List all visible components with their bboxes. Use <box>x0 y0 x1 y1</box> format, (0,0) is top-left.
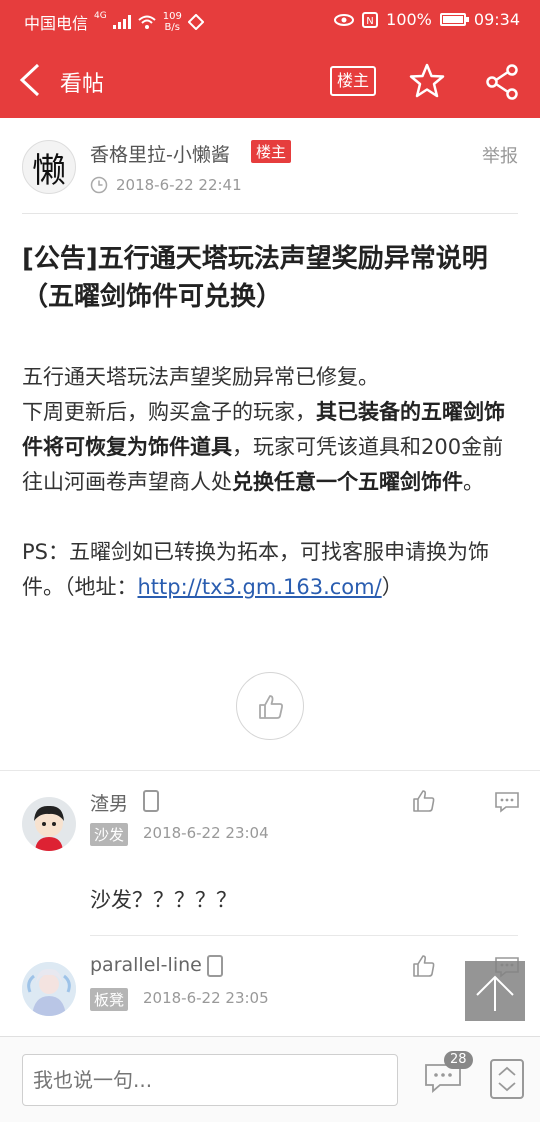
clock-time: 09:34 <box>473 10 520 29</box>
thumbs-up-icon[interactable] <box>412 954 436 978</box>
post-time: 2018-6-22 22:41 <box>116 176 242 194</box>
battery-percent: 100% <box>386 10 432 29</box>
clock-icon <box>90 176 108 194</box>
comment-icon[interactable] <box>494 791 520 813</box>
star-icon[interactable] <box>408 62 446 100</box>
floor-tag: 沙发 <box>90 823 129 846</box>
text-span: 。 <box>463 470 484 494</box>
scroll-to-top-button[interactable] <box>465 961 525 1021</box>
post-author: 懒 香格里拉-小懒酱 楼主 2018-6-22 22:41 举报 <box>0 118 540 214</box>
post-paragraph: 五行通天塔玩法声望奖励异常已修复。 <box>22 365 379 389</box>
battery-icon <box>439 13 469 26</box>
support-link[interactable]: http://tx3.gm.163.com/ <box>138 575 382 599</box>
back-arrow-icon[interactable] <box>14 62 50 98</box>
commenter-name[interactable]: parallel-line <box>90 954 202 976</box>
phone-icon <box>207 955 223 977</box>
comment-text: 沙发？？？？？ <box>90 888 237 912</box>
signal-icon <box>112 15 131 29</box>
comment-item: 渣男 沙发 2018-6-22 23:04 沙发？？？？？ <box>0 771 540 935</box>
net-speed: 109 B/s <box>162 11 182 33</box>
thumbs-up-icon <box>259 695 283 719</box>
divider <box>22 213 518 214</box>
comment-item: parallel-line 板凳 2018-6-22 23:05 <box>0 936 540 1036</box>
page-title: 看帖 <box>60 72 105 97</box>
report-button[interactable]: 举报 <box>482 142 518 168</box>
carrier-name: 中国电信 <box>24 14 89 33</box>
comment-time: 2018-6-22 23:04 <box>143 824 269 842</box>
comment-time: 2018-6-22 23:05 <box>143 989 269 1007</box>
scroll-updown-icon[interactable] <box>490 1059 524 1099</box>
post-title: [公告]五行通天塔玩法声望奖励异常说明（五曜剑饰件可兑换） <box>22 244 488 312</box>
avatar-text: 懒 <box>32 150 66 191</box>
diamond-icon <box>187 14 204 30</box>
post-paragraph: 下周更新后，购买盒子的玩家，其已装备的五曜剑饰件将可恢复为饰件道具，玩家可凭该道… <box>22 395 518 500</box>
like-post-button[interactable] <box>236 672 304 740</box>
nfc-icon: N <box>362 11 379 28</box>
avatar[interactable]: 懒 <box>22 140 76 194</box>
author-name[interactable]: 香格里拉-小懒酱 <box>90 140 230 167</box>
comment-input[interactable] <box>22 1054 398 1106</box>
app-header: 看帖 楼主 <box>0 44 540 118</box>
eye-icon <box>334 13 355 26</box>
post-paragraph: PS：五曜剑如已转换为拓本，可找客服申请换为饰件。（地址：http://tx3.… <box>22 535 518 605</box>
bottom-bar: 28 <box>0 1036 540 1122</box>
network-type: 4G <box>94 11 107 21</box>
post-body: 五行通天塔玩法声望奖励异常已修复。 下周更新后，购买盒子的玩家，其已装备的五曜剑… <box>22 360 518 605</box>
avatar[interactable] <box>22 797 76 851</box>
status-bar: 中国电信 4G 109 B/s N 100% 09:34 <box>0 0 540 44</box>
owner-only-button[interactable]: 楼主 <box>330 66 376 96</box>
wifi-icon <box>138 15 156 29</box>
text-span: 下周更新后，购买盒子的玩家， <box>22 400 316 424</box>
text-span: ） <box>381 575 403 599</box>
bold-text: 兑换任意一个五曜剑饰件 <box>232 470 463 494</box>
phone-icon <box>143 790 159 812</box>
share-icon[interactable] <box>482 62 522 102</box>
thumbs-up-icon[interactable] <box>412 789 436 813</box>
avatar[interactable] <box>22 962 76 1016</box>
comment-count-badge: 28 <box>444 1051 473 1069</box>
arrow-up-icon <box>476 975 514 1011</box>
svg-text:N: N <box>366 16 373 27</box>
owner-badge: 楼主 <box>251 140 292 163</box>
floor-tag: 板凳 <box>90 988 129 1011</box>
commenter-name[interactable]: 渣男 <box>90 789 128 816</box>
